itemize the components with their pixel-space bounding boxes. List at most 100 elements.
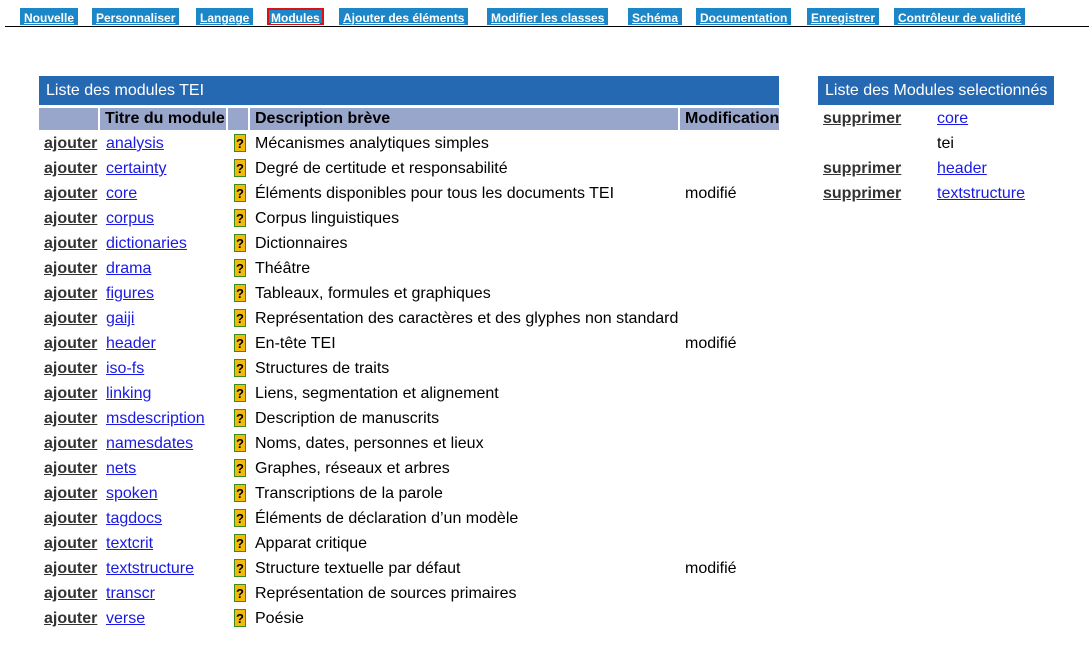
selected-module-row: tei [818,132,1054,157]
add-module-link[interactable]: ajouter [44,160,97,178]
add-module-link[interactable]: ajouter [44,210,97,228]
help-icon[interactable]: ? [234,234,246,252]
module-name-link[interactable]: nets [106,460,136,478]
module-name-link[interactable]: drama [106,260,151,278]
column-header-description: Description brève [250,108,678,130]
selected-module-row: supprimer textstructure [818,182,1054,207]
module-name-link[interactable]: analysis [106,135,164,153]
add-module-link[interactable]: ajouter [44,460,97,478]
module-description: Structures de traits [255,360,390,377]
add-module-link[interactable]: ajouter [44,185,97,203]
add-module-link[interactable]: ajouter [44,585,97,603]
help-icon[interactable]: ? [234,409,246,427]
column-header-title: Titre du module [100,108,226,130]
module-name-link[interactable]: core [106,185,137,203]
module-name-link[interactable]: verse [106,610,145,628]
add-module-link[interactable]: ajouter [44,135,97,153]
nav-tab-2[interactable]: Langage [196,8,254,25]
table-row: ajouter figures? Tableaux, formules et gra… [39,282,779,307]
module-name-link[interactable]: corpus [106,210,154,228]
help-icon[interactable]: ? [234,484,246,502]
module-name-link[interactable]: linking [106,385,151,403]
nav-tab-1[interactable]: Personnaliser [92,8,180,25]
add-module-link[interactable]: ajouter [44,260,97,278]
module-description: Éléments de déclaration d’un modèle [255,510,519,527]
column-header-help [228,108,248,130]
help-icon[interactable]: ? [234,259,246,277]
nav-tab-7[interactable]: Documentation [696,8,792,25]
module-name-link[interactable]: dictionaries [106,235,187,253]
module-name-link[interactable]: header [106,335,156,353]
module-description: Noms, dates, personnes et lieux [255,435,484,452]
module-description: Graphes, réseaux et arbres [255,460,450,477]
nav-tab-5[interactable]: Modifier les classes [487,8,609,25]
help-icon[interactable]: ? [234,534,246,552]
module-name-link[interactable]: tagdocs [106,510,162,528]
nav-tab-4[interactable]: Ajouter des éléments [339,8,469,25]
module-name-link[interactable]: msdescription [106,410,205,428]
nav-tab-6[interactable]: Schéma [628,8,683,25]
help-icon[interactable]: ? [234,384,246,402]
help-icon[interactable]: ? [234,334,246,352]
module-name-link[interactable]: gaiji [106,310,134,328]
selected-module-name[interactable]: header [937,160,987,178]
module-description: Corpus linguistiques [255,210,400,227]
module-name-link[interactable]: certainty [106,160,166,178]
module-name-link[interactable]: textcrit [106,535,153,553]
help-icon[interactable]: ? [234,609,246,627]
nav-tab-9[interactable]: Contrôleur de validité [894,8,1026,25]
add-module-link[interactable]: ajouter [44,335,97,353]
table-row: ajouter verse? Poésie [39,607,779,632]
module-modification: modifié [685,335,737,352]
help-icon[interactable]: ? [234,284,246,302]
help-icon[interactable]: ? [234,159,246,177]
help-icon[interactable]: ? [234,309,246,327]
module-name-link[interactable]: transcr [106,585,155,603]
add-module-link[interactable]: ajouter [44,410,97,428]
module-name-link[interactable]: iso-fs [106,360,144,378]
module-description: Description de manuscrits [255,410,440,427]
help-icon[interactable]: ? [234,559,246,577]
help-icon[interactable]: ? [234,434,246,452]
add-module-link[interactable]: ajouter [44,610,97,628]
module-name-link[interactable]: textstructure [106,560,194,578]
add-module-link[interactable]: ajouter [44,510,97,528]
add-module-link[interactable]: ajouter [44,235,97,253]
module-description: Éléments disponibles pour tous les docum… [255,185,615,202]
remove-module-link[interactable]: supprimer [823,185,901,203]
help-icon[interactable]: ? [234,459,246,477]
help-icon[interactable]: ? [234,584,246,602]
nav-divider [5,26,1089,27]
selected-module-name[interactable]: core [937,110,968,128]
module-name-link[interactable]: namesdates [106,435,193,453]
table-row: ajouter header? En-tête TEI modifié [39,332,779,357]
table-row: ajouter spoken? Transcriptions de la parol… [39,482,779,507]
add-module-link[interactable]: ajouter [44,560,97,578]
add-module-link[interactable]: ajouter [44,310,97,328]
remove-module-link[interactable]: supprimer [823,160,901,178]
module-name-link[interactable]: figures [106,285,154,303]
selected-module-name: tei [937,135,954,152]
help-icon[interactable]: ? [234,134,246,152]
help-icon[interactable]: ? [234,509,246,527]
table-row: ajouter textstructure? Structure textuelle… [39,557,779,582]
module-name-link[interactable]: spoken [106,485,158,503]
help-icon[interactable]: ? [234,184,246,202]
selected-module-name[interactable]: textstructure [937,185,1025,203]
help-icon[interactable]: ? [234,359,246,377]
selected-module-row: supprimer core [818,107,1054,132]
help-icon[interactable]: ? [234,209,246,227]
nav-tab-0[interactable]: Nouvelle [20,8,79,25]
add-module-link[interactable]: ajouter [44,485,97,503]
module-description: En-tête TEI [255,335,336,352]
nav-tab-8[interactable]: Enregistrer [807,8,880,25]
add-module-link[interactable]: ajouter [44,360,97,378]
add-module-link[interactable]: ajouter [44,285,97,303]
module-description: Liens, segmentation et alignement [255,385,499,402]
nav-tab-3[interactable]: Modules [267,8,324,25]
table-row: ajouter namesdates? Noms, dates, personnes… [39,432,779,457]
add-module-link[interactable]: ajouter [44,435,97,453]
add-module-link[interactable]: ajouter [44,535,97,553]
remove-module-link[interactable]: supprimer [823,110,901,128]
add-module-link[interactable]: ajouter [44,385,97,403]
